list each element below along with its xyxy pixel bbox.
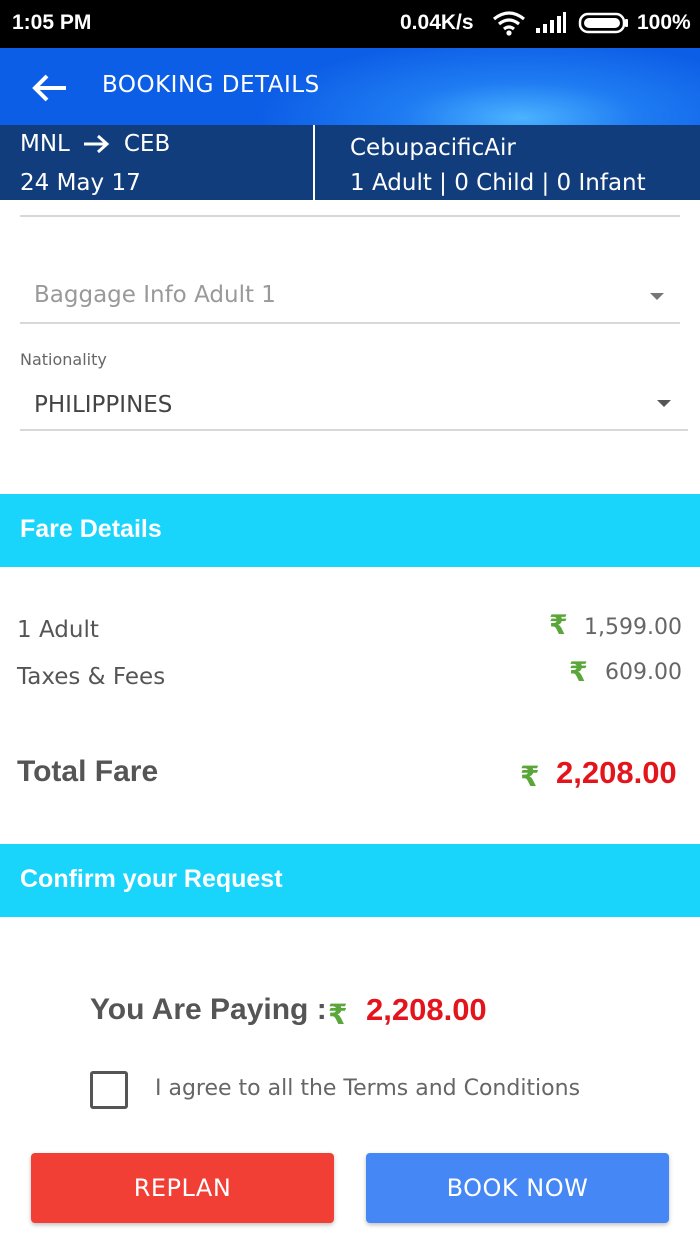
route: MNL CEB [20, 131, 170, 157]
back-arrow-icon[interactable] [30, 70, 70, 106]
baggage-dropdown[interactable]: Baggage Info Adult 1 [20, 262, 680, 324]
destination-code: CEB [123, 131, 171, 157]
baggage-underline [20, 322, 680, 324]
app-bar: BOOKING DETAILS [0, 48, 700, 125]
nationality-dropdown[interactable]: PHILIPPINES [20, 375, 688, 431]
travel-date: 24 May 17 [20, 170, 141, 196]
rupee-icon: ₹ [549, 610, 568, 641]
terms-label[interactable]: I agree to all the Terms and Conditions [155, 1076, 580, 1101]
status-time: 1:05 PM [12, 11, 92, 34]
fare-row-taxes-amount: 609.00 [605, 660, 682, 685]
terms-checkbox[interactable] [90, 1071, 128, 1109]
network-speed: 0.04K/s [400, 11, 474, 34]
paying-label: You Are Paying : [90, 993, 327, 1026]
page-title: BOOKING DETAILS [102, 72, 320, 98]
chevron-down-icon [657, 400, 671, 407]
total-fare-amount: 2,208.00 [556, 755, 677, 790]
rupee-icon: ₹ [520, 760, 540, 793]
status-bar: 1:05 PM 0.04K/s 100% [0, 0, 700, 48]
paying-amount: 2,208.00 [366, 992, 487, 1027]
total-fare-label: Total Fare [17, 755, 159, 788]
nationality-underline [20, 429, 688, 431]
fare-row-adult-amount: 1,599.00 [584, 615, 682, 640]
trip-divider [313, 125, 315, 200]
fare-details-heading: Fare Details [20, 515, 162, 543]
nationality-label: Nationality [20, 350, 107, 369]
book-now-button[interactable]: BOOK NOW [366, 1153, 669, 1223]
airline-name: CebupacificAir [350, 135, 516, 161]
fare-details-header: Fare Details [0, 494, 700, 567]
battery-percent: 100% [637, 11, 691, 34]
wifi-icon [493, 11, 525, 36]
confirm-request-header: Confirm your Request [0, 844, 700, 917]
passenger-count: 1 Adult | 0 Child | 0 Infant [350, 170, 646, 196]
confirm-request-heading: Confirm your Request [20, 865, 283, 893]
arrow-right-icon [83, 134, 110, 154]
nationality-value: PHILIPPINES [34, 392, 173, 418]
trip-summary: MNL CEB 24 May 17 CebupacificAir 1 Adult… [0, 125, 700, 200]
rupee-icon: ₹ [328, 998, 348, 1031]
rupee-icon: ₹ [569, 657, 588, 688]
battery-icon [578, 12, 628, 34]
fare-row-taxes-label: Taxes & Fees [17, 664, 166, 690]
replan-button[interactable]: REPLAN [31, 1153, 334, 1223]
fare-row-adult-label: 1 Adult [17, 617, 99, 643]
baggage-placeholder: Baggage Info Adult 1 [34, 282, 276, 308]
field-divider-top [20, 215, 680, 217]
signal-icon [536, 12, 566, 33]
origin-code: MNL [20, 131, 70, 157]
chevron-down-icon [650, 293, 664, 300]
